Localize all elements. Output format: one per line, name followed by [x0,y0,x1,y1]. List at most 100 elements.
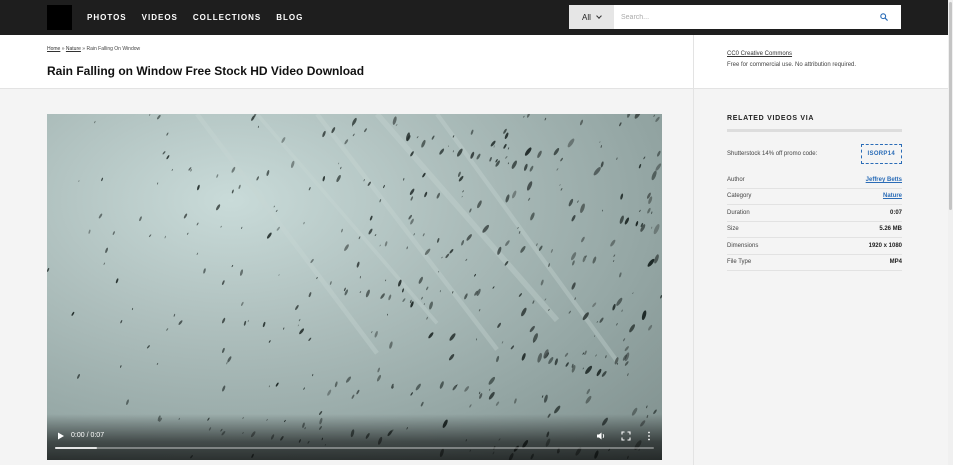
rain-drop [582,367,584,370]
rain-drop [385,279,387,282]
rain-drop [560,157,563,162]
rain-drop [514,398,517,404]
meta-row-duration: Duration 0:07 [727,205,902,222]
category-link[interactable]: Nature [883,193,902,199]
page-title: Rain Falling on Window Free Stock HD Vid… [47,64,365,78]
rain-drop [469,208,472,213]
page-scrollbar[interactable] [948,0,953,465]
rain-drop [462,190,464,193]
rain-drop [548,356,554,365]
nav-blog[interactable]: BLOG [276,13,303,22]
rain-drop [410,392,413,396]
scrollbar-thumb[interactable] [949,2,952,210]
video-progress-fill [55,447,97,449]
more-vertical-icon[interactable] [646,431,652,441]
rain-drop [131,307,134,311]
nav-photos[interactable]: PHOTOS [87,13,127,22]
license-link[interactable]: CC0 Creative Commons [727,51,949,57]
rain-drop [495,160,500,167]
rain-drop [496,355,500,363]
rain-drop [530,212,535,221]
breadcrumb-category[interactable]: Nature [66,46,81,52]
rain-drop [620,193,624,200]
rain-drop [638,209,641,213]
rain-drop [376,374,382,382]
video-player[interactable]: 0:00 / 0:07 [47,114,662,460]
rain-drop [526,114,531,118]
rain-drop [619,272,622,278]
rain-drop [544,394,548,403]
search-button[interactable] [867,5,901,29]
rain-drop [183,213,188,219]
rain-drop [351,394,355,399]
meta-value: MP4 [889,259,902,266]
rain-drop [564,352,569,357]
rain-drop [489,157,492,162]
promo-code-badge[interactable]: ISORP14 [860,144,902,164]
rain-drop [166,155,170,160]
rain-drop [448,353,455,361]
volume-icon[interactable] [596,431,606,441]
meta-row-category: Category Nature [727,189,902,205]
rain-drop [601,370,607,377]
rain-drop [584,350,587,356]
author-link[interactable]: Jeffrey Betts [866,177,902,183]
fullscreen-icon[interactable] [621,431,631,441]
rain-drop [243,320,247,326]
rain-drop [403,177,405,181]
rain-drop [283,327,285,330]
rain-drop [383,184,385,189]
rain-drop [221,317,226,324]
rain-drop [544,298,547,301]
rain-drop [256,176,259,181]
rain-drop [536,243,538,246]
rain-drop [505,240,510,246]
rain-drop [505,156,508,159]
rain-drop [377,367,380,373]
breadcrumb-home[interactable]: Home [47,46,60,52]
site-logo[interactable] [47,5,72,30]
rain-drop [231,189,234,194]
rain-drop [178,320,183,325]
rain-drop [416,136,419,139]
rain-drop [268,385,270,388]
search-input[interactable] [614,5,867,29]
nav-videos[interactable]: VIDEOS [142,13,178,22]
rain-drop [197,184,200,191]
rain-drop [112,231,115,236]
rain-drop [624,217,630,225]
rain-drop [635,221,639,227]
rain-drop [616,157,618,161]
rain-drop [595,354,597,357]
rain-drop [511,160,517,169]
rain-drop [78,180,80,183]
rain-drop [497,322,501,329]
rain-drop [322,130,326,138]
main-nav: PHOTOS VIDEOS COLLECTIONS BLOG [87,0,303,35]
rain-drop [512,190,517,199]
rain-drop [424,191,428,198]
play-icon[interactable] [57,432,65,440]
rain-drop [98,213,103,219]
rain-drop [586,388,591,395]
rain-drop [227,356,232,363]
rain-drop [619,215,624,224]
rain-drop [449,249,454,254]
rain-drop [365,289,370,298]
rain-drop [115,278,119,284]
rain-drop [437,238,440,243]
rain-drop [638,163,642,169]
search-category-select[interactable]: All [569,5,614,29]
rain-drop [612,260,615,262]
nav-collections[interactable]: COLLECTIONS [193,13,261,22]
rain-drop [139,216,142,222]
rain-drop [526,181,533,191]
rain-drop [431,135,435,140]
rain-drop [651,211,653,215]
video-progress-bar[interactable] [55,447,654,449]
rain-drop [275,382,279,387]
rain-drop [428,332,434,339]
rain-drop [359,291,362,294]
rain-drop [585,365,593,375]
rain-drop [105,247,109,254]
